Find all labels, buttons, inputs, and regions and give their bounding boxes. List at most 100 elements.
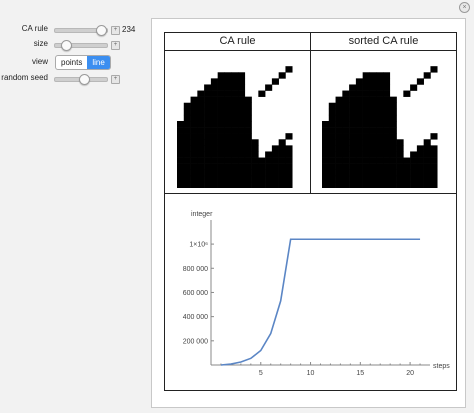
close-icon[interactable]: ×	[459, 2, 470, 13]
ca-cell	[177, 157, 185, 164]
ca-cell	[217, 163, 225, 171]
ca-cell	[258, 163, 266, 171]
random-seed-expand-button[interactable]: +	[111, 75, 120, 84]
ca-cell	[271, 78, 279, 85]
ca-cell	[251, 157, 259, 164]
ca-cell	[403, 169, 411, 177]
ca-cell	[271, 157, 279, 164]
ca-cell	[231, 139, 239, 146]
ca-cell	[177, 127, 185, 134]
ca-cell	[389, 145, 397, 152]
ca-cell	[244, 157, 252, 164]
ca-cell	[335, 139, 343, 146]
ca-cell	[410, 163, 418, 171]
ca-cell	[210, 121, 218, 128]
ca-cell	[231, 90, 239, 97]
ca-cell	[177, 175, 185, 183]
ca-cell	[389, 139, 397, 146]
ca-rule-slider-thumb[interactable]	[96, 25, 108, 36]
ca-cell	[285, 175, 293, 183]
ca-rule-title: CA rule	[219, 35, 256, 47]
ca-cell	[217, 108, 225, 116]
sorted-ca-rule-title: sorted CA rule	[348, 35, 419, 47]
ca-cell	[278, 169, 286, 177]
ca-cell	[197, 114, 205, 122]
ca-cell	[204, 169, 212, 177]
ca-cell	[190, 121, 198, 128]
ca-cell	[328, 102, 336, 110]
ca-cell	[403, 175, 411, 183]
view-option-points[interactable]: points	[56, 56, 87, 69]
ca-cell	[210, 90, 218, 97]
ca-cell	[197, 151, 205, 158]
ca-cell	[210, 108, 218, 116]
size-slider-thumb[interactable]	[60, 40, 72, 51]
ca-cell	[362, 157, 370, 164]
ca-cell	[342, 175, 350, 183]
ca-cell	[204, 139, 212, 146]
ca-cell	[335, 96, 343, 104]
ca-cell	[389, 121, 397, 128]
size-expand-button[interactable]: +	[111, 41, 120, 50]
ca-cell	[349, 108, 357, 116]
ca-cell	[183, 121, 191, 128]
ca-cell	[328, 163, 336, 171]
ca-cell	[244, 108, 252, 116]
ca-cell	[204, 151, 212, 158]
random-seed-control: random seed +	[0, 73, 140, 85]
ca-cell	[244, 96, 252, 104]
ca-cell	[231, 127, 239, 134]
ca-cell	[349, 127, 357, 134]
ca-cell	[389, 181, 397, 188]
ca-cell	[362, 72, 370, 79]
ca-cell	[396, 157, 404, 164]
ca-cell	[265, 181, 273, 188]
ca-cell	[217, 139, 225, 146]
ca-cell	[238, 121, 246, 128]
ca-cell	[183, 181, 191, 188]
ca-cell	[349, 163, 357, 171]
results-grid: CA rule sorted CA rule integer steps 200 0…	[164, 32, 457, 391]
ca-cell	[423, 163, 431, 171]
ca-cell	[224, 90, 232, 97]
ca-cell	[342, 181, 350, 188]
view-option-line[interactable]: line	[87, 56, 110, 69]
ca-cell	[376, 169, 384, 177]
ca-cell	[389, 108, 397, 116]
ca-cell	[383, 114, 391, 122]
ca-cell	[204, 90, 212, 97]
ca-cell	[271, 151, 279, 158]
ca-cell	[322, 163, 330, 171]
ca-cell	[328, 145, 336, 152]
ca-cell	[224, 181, 232, 188]
ca-cell	[224, 139, 232, 146]
ca-rule-expand-button[interactable]: +	[111, 26, 120, 35]
ca-cell	[362, 121, 370, 128]
ca-cell	[416, 145, 424, 152]
ca-cell	[238, 133, 246, 140]
ca-cell	[369, 96, 377, 104]
ca-cell	[238, 157, 246, 164]
ca-cell	[396, 175, 404, 183]
ca-cell	[204, 127, 212, 134]
random-seed-slider-thumb[interactable]	[79, 74, 91, 85]
ca-cell	[251, 139, 259, 146]
ca-cell	[335, 181, 343, 188]
ca-cell	[369, 121, 377, 128]
ca-cell	[204, 84, 212, 91]
ca-cell	[335, 145, 343, 152]
ca-cell	[210, 175, 218, 183]
ca-cell	[355, 108, 363, 116]
ca-cell	[342, 139, 350, 146]
ca-cell	[322, 139, 330, 146]
ca-cell	[224, 169, 232, 177]
ca-cell	[224, 157, 232, 164]
ca-cell	[389, 169, 397, 177]
ca-cell	[258, 90, 266, 97]
ca-cell	[383, 181, 391, 188]
ca-cell	[190, 175, 198, 183]
ca-cell	[217, 78, 225, 85]
view-toggle[interactable]: points line	[55, 55, 111, 70]
ca-cell	[183, 133, 191, 140]
ca-cell	[190, 96, 198, 104]
